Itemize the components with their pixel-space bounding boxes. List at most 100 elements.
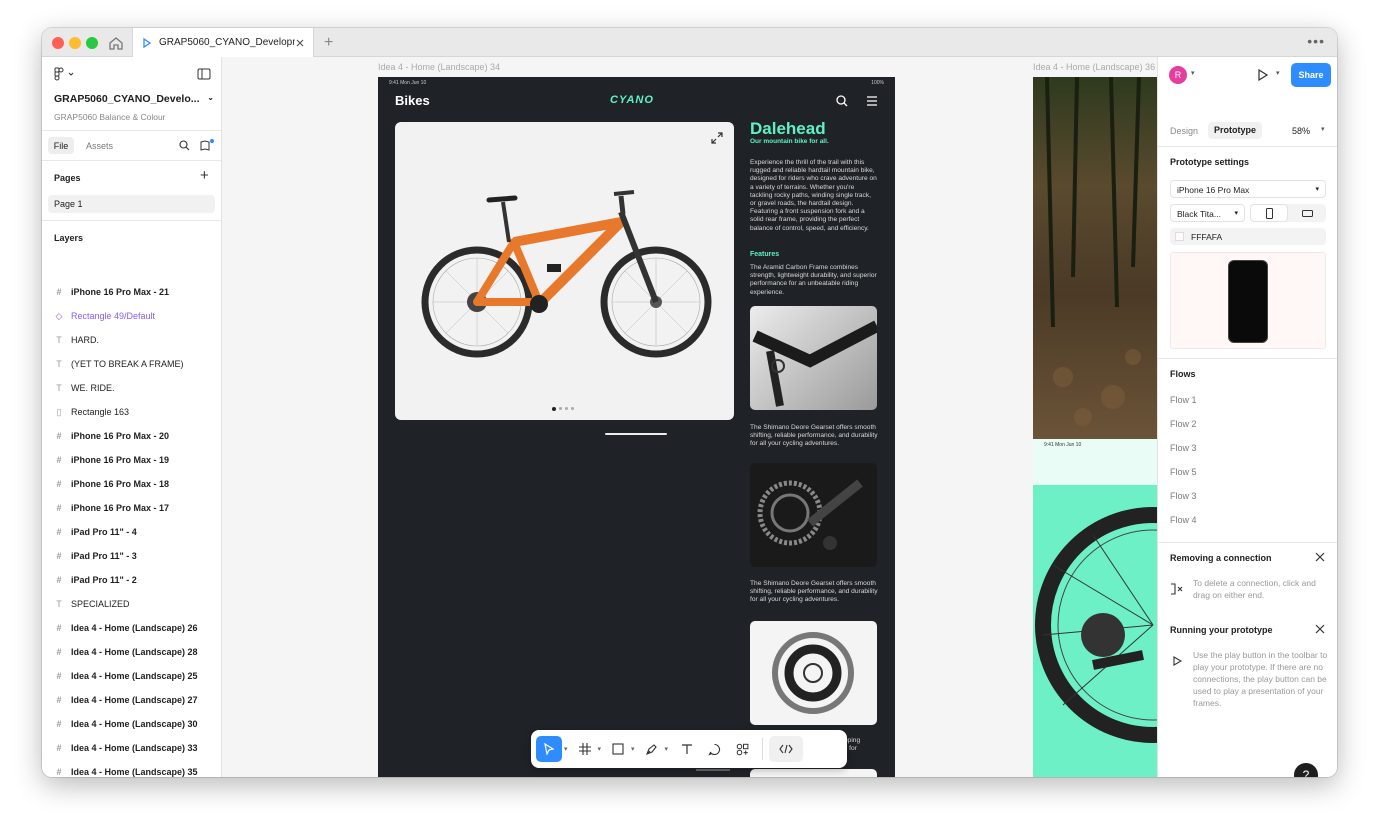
zoom-window-button[interactable]: [86, 37, 98, 49]
chevron-down-icon[interactable]: ▾: [564, 745, 568, 753]
avatar[interactable]: R: [1169, 66, 1187, 84]
layer-item[interactable]: # iPhone 16 Pro Max - 17: [54, 496, 214, 520]
layer-item[interactable]: # Idea 4 - Home (Landscape) 25: [54, 664, 214, 688]
layer-item[interactable]: # iPhone 16 Pro Max - 18: [54, 472, 214, 496]
layer-item[interactable]: T SPECIALIZED: [54, 592, 214, 616]
frame-layer-icon: #: [56, 455, 62, 465]
rectangle-tool-button[interactable]: [607, 736, 629, 762]
layer-item[interactable]: # Idea 4 - Home (Landscape) 33: [54, 736, 214, 760]
file-name-button[interactable]: GRAP5060_CYANO_Develo... ⌄: [54, 93, 214, 105]
mint-bike-photo[interactable]: [1033, 485, 1157, 777]
flow-item[interactable]: Flow 4: [1170, 515, 1197, 525]
flow-item[interactable]: Flow 2: [1170, 419, 1197, 429]
tab-prototype[interactable]: Prototype: [1208, 122, 1263, 139]
file-tab[interactable]: GRAP5060_CYANO_Development: [132, 28, 314, 57]
layer-item[interactable]: T HARD.: [54, 328, 214, 352]
chevron-down-icon: ▾: [1234, 210, 1238, 217]
layer-item[interactable]: # iPhone 16 Pro Max - 19: [54, 448, 214, 472]
tab-design[interactable]: Design: [1170, 126, 1198, 136]
layer-item[interactable]: # Idea 4 - Home (Landscape) 35: [54, 760, 214, 777]
background-color-field[interactable]: FFFAFA: [1170, 228, 1326, 245]
move-tool-button[interactable]: [536, 736, 562, 762]
chevron-down-icon[interactable]: ▾: [598, 745, 602, 753]
layer-item[interactable]: ▯ Rectangle 163: [54, 400, 214, 424]
chevron-down-icon[interactable]: ▾: [1191, 69, 1195, 77]
add-page-icon[interactable]: +: [200, 167, 209, 184]
layer-item[interactable]: # Idea 4 - Home (Landscape) 28: [54, 640, 214, 664]
pen-icon: [646, 743, 657, 755]
design-toolbar: ▾ ▾ ▾ ▾: [531, 730, 847, 768]
phone-mockup: [1228, 260, 1268, 343]
flows-heading: Flows: [1170, 369, 1196, 379]
tab-file[interactable]: File: [48, 137, 74, 154]
layer-name: Rectangle 163: [71, 407, 130, 417]
text-tool-button[interactable]: [674, 736, 700, 762]
landscape-button[interactable]: [1288, 204, 1326, 222]
hero-image-card[interactable]: [395, 122, 734, 420]
layer-item[interactable]: # iPad Pro 11" - 2: [54, 568, 214, 592]
chevron-down-icon[interactable]: ▾: [631, 745, 635, 753]
text-layer-icon: T: [56, 359, 62, 369]
layer-item[interactable]: # Idea 4 - Home (Landscape) 26: [54, 616, 214, 640]
layer-item[interactable]: # iPhone 16 Pro Max - 20: [54, 424, 214, 448]
layer-item[interactable]: T WE. RIDE.: [54, 376, 214, 400]
help-button[interactable]: ?: [1294, 763, 1318, 777]
search-icon[interactable]: [836, 95, 848, 107]
search-icon[interactable]: [179, 140, 190, 151]
main-menu-icon[interactable]: [54, 67, 76, 81]
sidebar-toggle-icon[interactable]: [197, 68, 211, 80]
flow-item[interactable]: Flow 5: [1170, 467, 1197, 477]
model-select[interactable]: Black Tita... ▾: [1170, 204, 1245, 222]
chevron-down-icon: ▾: [1315, 186, 1319, 193]
color-swatch[interactable]: [1175, 232, 1184, 241]
menu-icon[interactable]: [866, 96, 878, 106]
flow-item[interactable]: Flow 1: [1170, 395, 1197, 405]
layer-item[interactable]: # iPad Pro 11" - 4: [54, 520, 214, 544]
frame-tool-button[interactable]: [574, 736, 596, 762]
chevron-down-icon[interactable]: ▾: [1276, 69, 1280, 77]
comment-tool-button[interactable]: [700, 736, 728, 762]
new-tab-icon[interactable]: +: [324, 34, 333, 52]
cursor-arrow-icon: [544, 743, 555, 755]
layer-item[interactable]: ◇ Rectangle 49/Default: [54, 304, 214, 328]
frame-label-main[interactable]: Idea 4 - Home (Landscape) 34: [378, 62, 500, 72]
layer-item[interactable]: # iPad Pro 11" - 3: [54, 544, 214, 568]
layer-item[interactable]: # Idea 4 - Home (Landscape) 30: [54, 712, 214, 736]
more-icon[interactable]: •••: [1307, 33, 1325, 49]
library-icon[interactable]: [200, 139, 214, 151]
device-select[interactable]: iPhone 16 Pro Max ▾: [1170, 180, 1326, 198]
canvas[interactable]: Idea 4 - Home (Landscape) 34 Idea 4 - Ho…: [222, 57, 1157, 777]
resources-tool-button[interactable]: [728, 736, 756, 762]
share-button[interactable]: Share: [1291, 63, 1331, 87]
layer-item[interactable]: # Idea 4 - Home (Landscape) 27: [54, 688, 214, 712]
expand-icon[interactable]: [711, 132, 723, 144]
brand-logo: CYANO: [610, 94, 654, 106]
ipad-frame[interactable]: 9:41 Mon Jun 10 100% Bikes CYANO Dalehea…: [378, 77, 895, 777]
flow-item[interactable]: Flow 3: [1170, 443, 1197, 453]
feature-gear-text-1: The Shimano Deore Gearset offers smooth …: [750, 424, 878, 448]
layer-item[interactable]: T (YET TO BREAK A FRAME): [54, 352, 214, 376]
flow-item[interactable]: Flow 3: [1170, 491, 1197, 501]
page-item-1[interactable]: Page 1: [48, 195, 215, 213]
layers-heading: Layers: [54, 233, 84, 243]
minimize-window-button[interactable]: [69, 37, 81, 49]
close-icon[interactable]: [1315, 624, 1325, 634]
layer-item[interactable]: # iPhone 16 Pro Max - 21: [54, 280, 214, 304]
close-tab-icon[interactable]: [295, 38, 305, 48]
home-icon[interactable]: [106, 34, 126, 52]
pen-tool-button[interactable]: [641, 736, 663, 762]
frame-label-right[interactable]: Idea 4 - Home (Landscape) 36: [1033, 62, 1155, 72]
close-icon[interactable]: [1315, 552, 1325, 562]
forest-photo[interactable]: [1033, 77, 1157, 439]
close-window-button[interactable]: [52, 37, 64, 49]
carousel-dots[interactable]: [552, 407, 574, 411]
nav-title: Bikes: [395, 93, 430, 108]
chevron-down-icon[interactable]: ▾: [665, 745, 669, 753]
zoom-level[interactable]: 58%: [1292, 126, 1310, 136]
layer-name: iPhone 16 Pro Max - 20: [71, 431, 170, 441]
portrait-button[interactable]: [1250, 204, 1288, 222]
dev-mode-toggle[interactable]: [769, 736, 804, 762]
chevron-down-icon[interactable]: ▾: [1321, 125, 1325, 133]
present-play-icon[interactable]: [1257, 69, 1268, 81]
tab-assets[interactable]: Assets: [86, 141, 113, 151]
